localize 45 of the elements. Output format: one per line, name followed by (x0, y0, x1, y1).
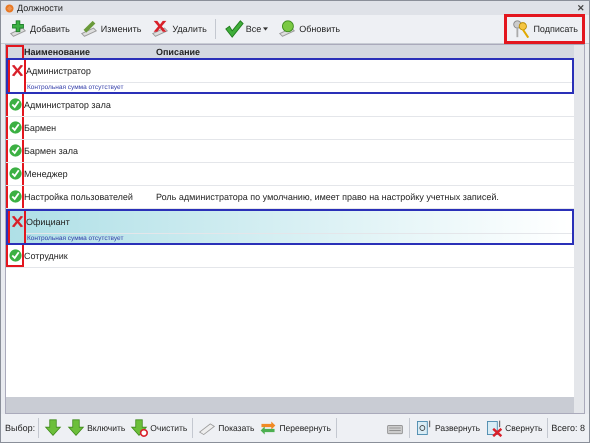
toolbar-button[interactable]: Включить (65, 417, 128, 439)
toolbar-button[interactable]: Развернуть (413, 417, 482, 439)
toolbar-button[interactable]: Показать (196, 417, 256, 439)
close-button[interactable]: ✕ (577, 3, 585, 13)
table-cell-text: Сотрудник (24, 251, 69, 261)
cross-icon (150, 19, 170, 39)
toolbar-button[interactable]: Все (220, 16, 272, 42)
table-cell: Роль администратора по умолчанию, имеет право на настройку учетных записей. (156, 192, 499, 202)
table-cell-text: Администратор зала (24, 100, 112, 110)
clear-icon (130, 419, 148, 437)
window-title: Должности (17, 3, 63, 13)
app-icon (5, 4, 14, 12)
toolbar-button[interactable]: Добавить (5, 16, 73, 42)
toolbar-button[interactable]: Свернуть (483, 417, 544, 439)
table-row[interactable]: Сотрудник (6, 245, 574, 268)
sign-button[interactable]: Подписать (504, 14, 585, 44)
table-cell-text: Бармен (24, 123, 58, 133)
table-row[interactable]: Бармен зала (6, 140, 574, 163)
column-header[interactable]: Описание (156, 46, 200, 56)
toolbar-button[interactable]: Удалить (147, 16, 210, 42)
down-arrow-icon (44, 419, 62, 437)
plus-icon (8, 19, 28, 39)
toolbar-button[interactable]: Очистить (128, 417, 190, 439)
table-row[interactable]: Менеджер (6, 163, 574, 186)
table-cell-text: Бармен зала (24, 146, 79, 156)
table-cell-text: Администратор (26, 66, 92, 76)
keys-icon (511, 19, 532, 39)
down-arrow-icon (67, 419, 86, 437)
scrollbar[interactable] (574, 45, 584, 413)
refresh-icon (277, 19, 298, 39)
table-row[interactable]: Администратор зала (6, 94, 574, 117)
toolbar-button[interactable]: Изменить (76, 16, 144, 42)
pencil-icon (78, 19, 99, 39)
toolbar-button[interactable]: Перевернуть (257, 417, 333, 439)
table-cell-text: Настройка пользователей (24, 192, 134, 202)
selection-label: Выбор: (5, 423, 36, 433)
table-cell-text: Официант (26, 217, 71, 227)
checkmark-icon (224, 19, 244, 39)
swap-arrows-icon (259, 419, 278, 437)
toolbar-button[interactable]: Обновить (274, 16, 344, 42)
column-header[interactable]: Наименование (24, 46, 156, 56)
table-row[interactable]: Бармен (6, 117, 574, 140)
table-cell-text: Менеджер (24, 169, 69, 179)
total-count: Всего: 8 (551, 423, 585, 433)
collapse-icon (485, 419, 504, 437)
